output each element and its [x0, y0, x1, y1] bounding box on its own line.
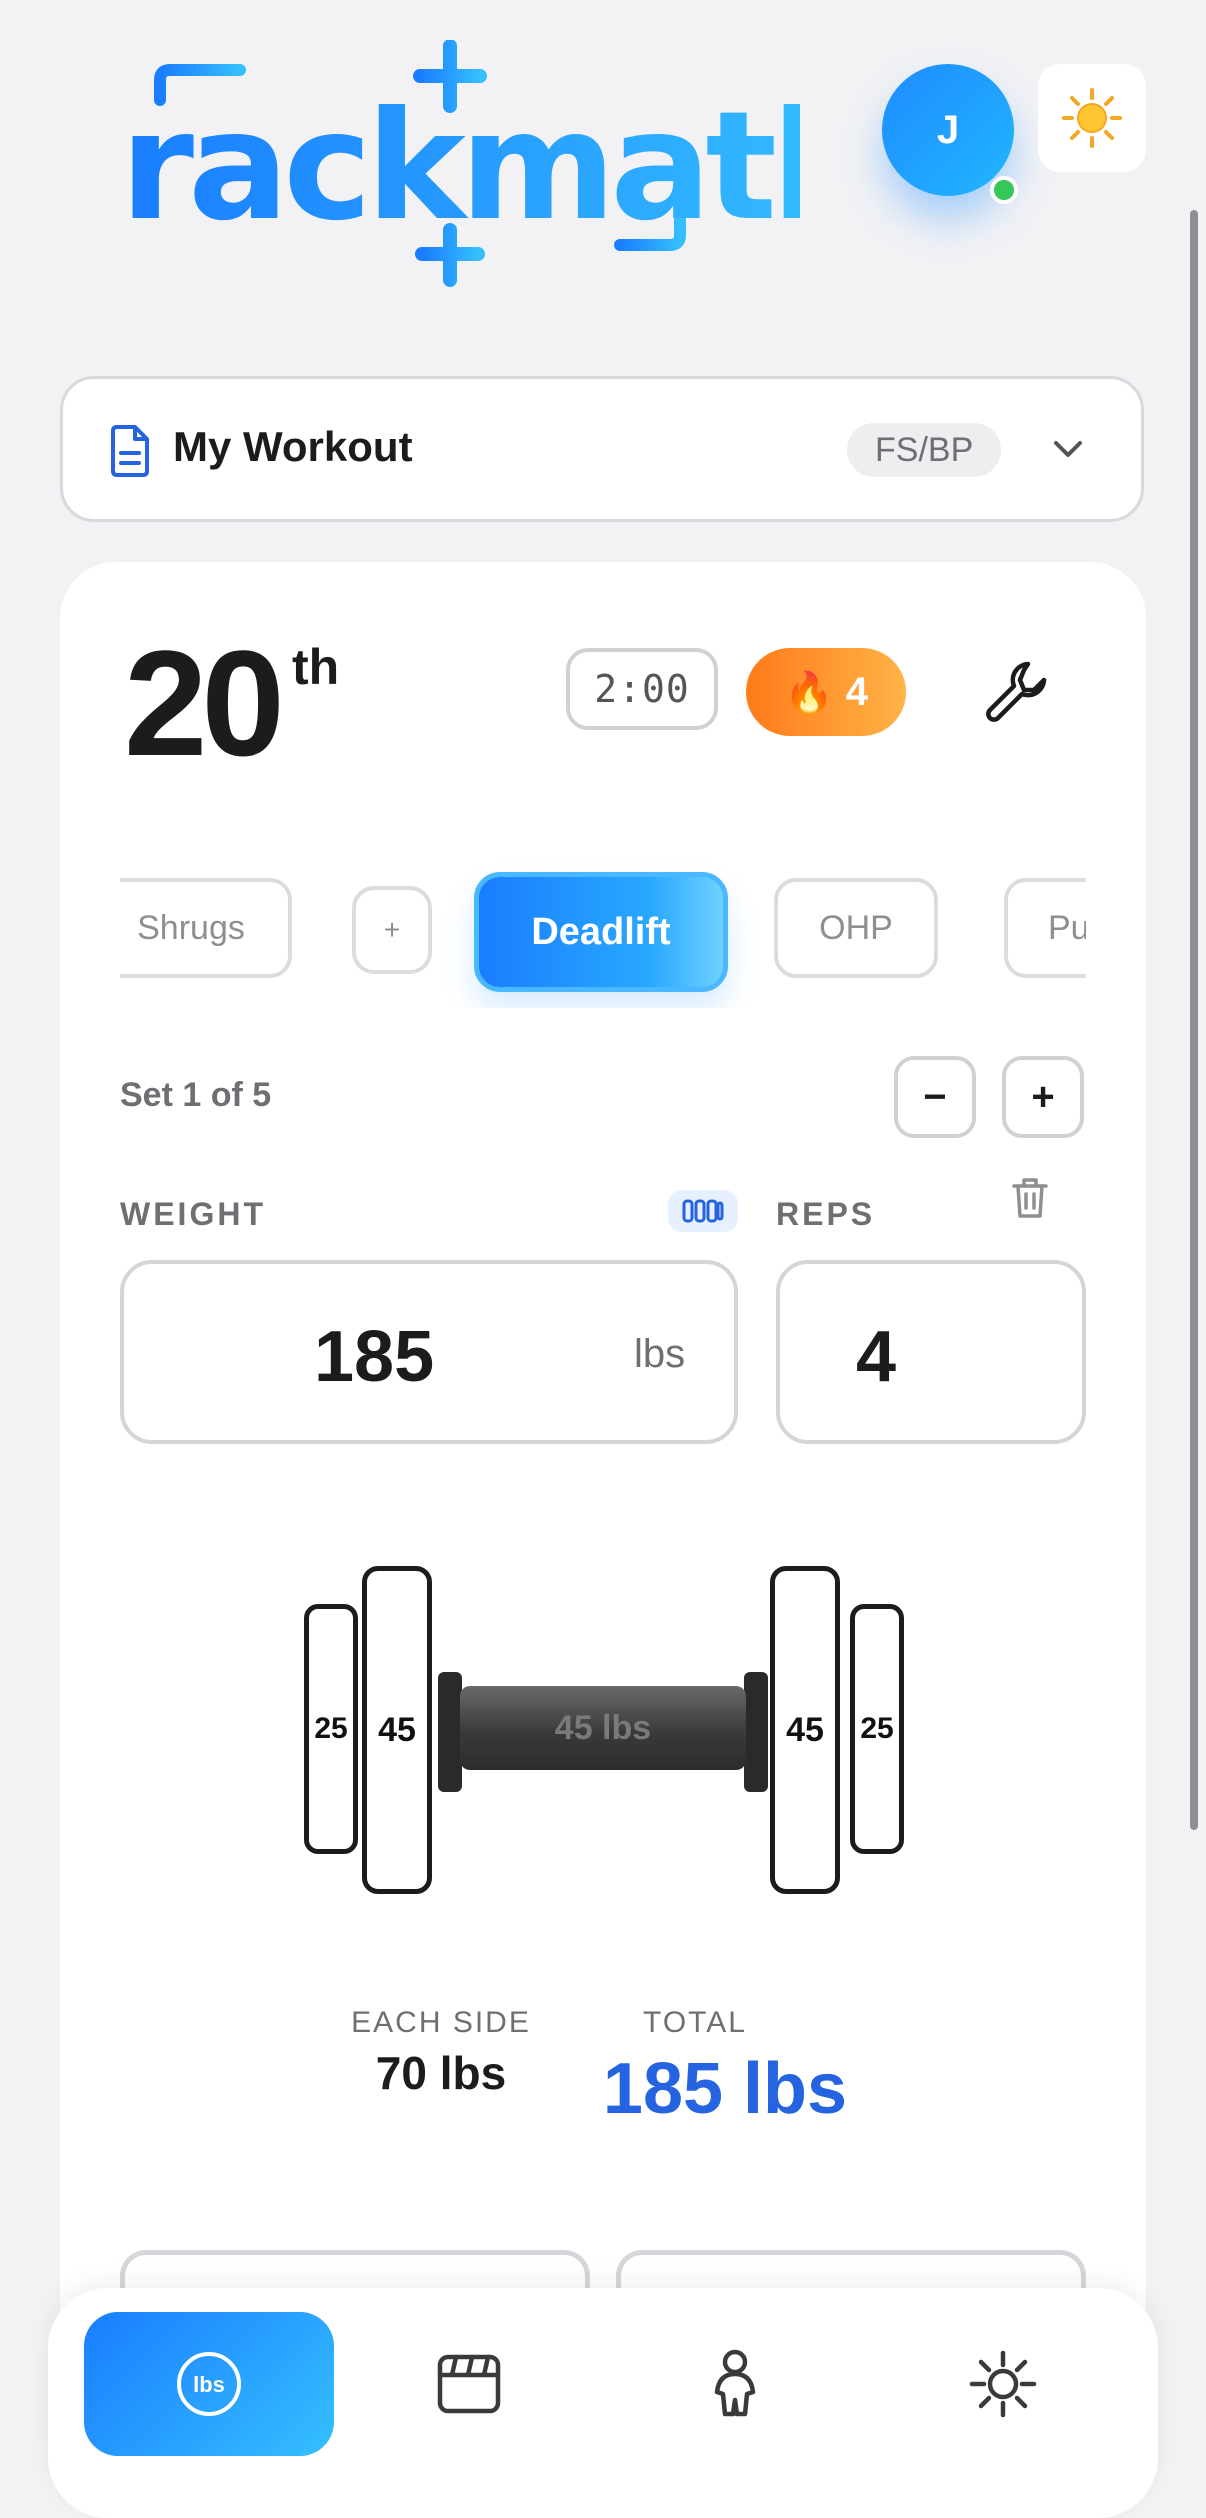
day-suffix: th: [292, 639, 340, 695]
total-value: 185 lbs: [602, 2049, 848, 2129]
bottom-nav: lbs: [48, 2288, 1158, 2518]
document-icon: [111, 425, 149, 477]
workout-tag-badge: FS/BP: [847, 423, 1002, 477]
person-icon: [714, 2349, 756, 2417]
lbs-circle-icon: lbs: [177, 2352, 241, 2416]
tab-shrugs[interactable]: Shrugs: [120, 878, 292, 978]
nav-profile[interactable]: [660, 2312, 810, 2456]
plates-toggle-button[interactable]: [668, 1190, 738, 1232]
set-counter: Set 1 of 5: [120, 1076, 272, 1114]
rest-timer[interactable]: 2:00: [566, 648, 718, 730]
lbs-icon-text: lbs: [193, 2372, 225, 2397]
tab-deadlift[interactable]: Deadlift: [474, 872, 728, 992]
each-side-value: 70 lbs: [375, 2047, 507, 2099]
nav-calculator[interactable]: lbs: [84, 2312, 334, 2456]
trash-icon[interactable]: [1010, 1176, 1050, 1220]
streak-count: 4: [845, 669, 869, 714]
weight-input[interactable]: 185 lbs: [120, 1260, 738, 1444]
plate-right-outer: 25: [850, 1604, 904, 1854]
online-status-dot: [990, 176, 1018, 204]
nav-calendar[interactable]: [394, 2312, 544, 2456]
rackmath-logo: rackmath: [120, 40, 800, 287]
workout-card: 20 th 2:00 🔥 4 Shrugs + Deadlift OHP Pu …: [60, 562, 1146, 2512]
reps-label: REPS: [776, 1196, 876, 1232]
plates-icon: [682, 1199, 724, 1223]
scrollbar[interactable]: [1190, 210, 1198, 1830]
total-label: TOTAL: [643, 2006, 747, 2039]
plate-right-inner: 45: [770, 1566, 840, 1894]
day-number: 20: [124, 619, 285, 787]
bar-weight-label: 45 lbs: [554, 1708, 652, 1747]
chevron-down-icon: [1054, 441, 1082, 457]
gear-icon: [969, 2350, 1037, 2418]
nav-settings[interactable]: [928, 2312, 1078, 2456]
weight-label: WEIGHT: [120, 1196, 266, 1232]
workout-name: My Workout: [173, 423, 413, 470]
avatar-initial: J: [936, 107, 960, 152]
weight-value: 185: [314, 1317, 435, 1397]
streak-badge[interactable]: 🔥 4: [746, 648, 906, 736]
weight-unit: lbs: [634, 1332, 686, 1376]
plate-left-inner: 45: [362, 1566, 432, 1894]
logo-text: rackmath: [120, 80, 800, 254]
calendar-icon: [437, 2354, 501, 2414]
fire-icon: 🔥: [783, 670, 834, 715]
add-set-button[interactable]: +: [1002, 1056, 1084, 1138]
add-exercise-button[interactable]: +: [352, 886, 432, 974]
theme-toggle-button[interactable]: [1038, 64, 1146, 172]
reps-value: 4: [856, 1317, 897, 1397]
each-side-label: EACH SIDE: [351, 2006, 531, 2039]
reps-input[interactable]: 4: [776, 1260, 1086, 1444]
tab-ohp[interactable]: OHP: [774, 878, 938, 978]
remove-set-button[interactable]: −: [894, 1056, 976, 1138]
tab-pu[interactable]: Pu: [1004, 878, 1086, 978]
exercise-tabs: Shrugs + Deadlift OHP Pu: [120, 858, 1086, 1008]
workout-selector[interactable]: My Workout FS/BP: [60, 376, 1144, 522]
wrench-icon[interactable]: [980, 656, 1052, 728]
plate-left-outer: 25: [304, 1604, 358, 1854]
sun-icon: [1062, 88, 1122, 148]
avatar[interactable]: J: [882, 64, 1014, 196]
